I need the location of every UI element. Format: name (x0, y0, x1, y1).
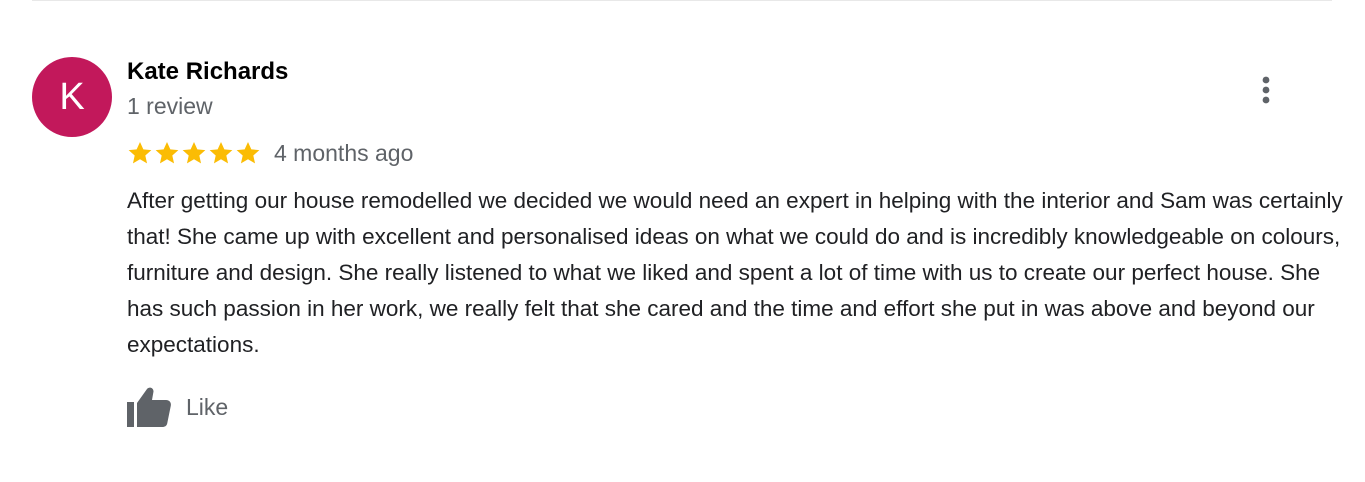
star-icon (236, 141, 260, 164)
star-icon (182, 141, 206, 164)
more-options-button[interactable] (1250, 70, 1282, 110)
review-text: After getting our house remodelled we de… (127, 188, 1343, 357)
reviewer-name[interactable]: Kate Richards (127, 58, 288, 86)
avatar-letter: K (59, 76, 85, 118)
star-icon (155, 141, 179, 164)
star-icon (128, 141, 152, 164)
rating-row: 4 months ago (127, 138, 413, 168)
avatar[interactable]: K (32, 57, 112, 137)
star-rating (127, 138, 262, 168)
top-divider (32, 0, 1332, 1)
like-button[interactable]: Like (126, 385, 228, 429)
thumbs-up-icon (127, 387, 171, 427)
more-vert-icon (1262, 76, 1270, 104)
review-count: 1 review (127, 93, 213, 119)
review-date: 4 months ago (274, 139, 414, 166)
star-icon (209, 141, 233, 164)
like-label: Like (186, 393, 229, 420)
